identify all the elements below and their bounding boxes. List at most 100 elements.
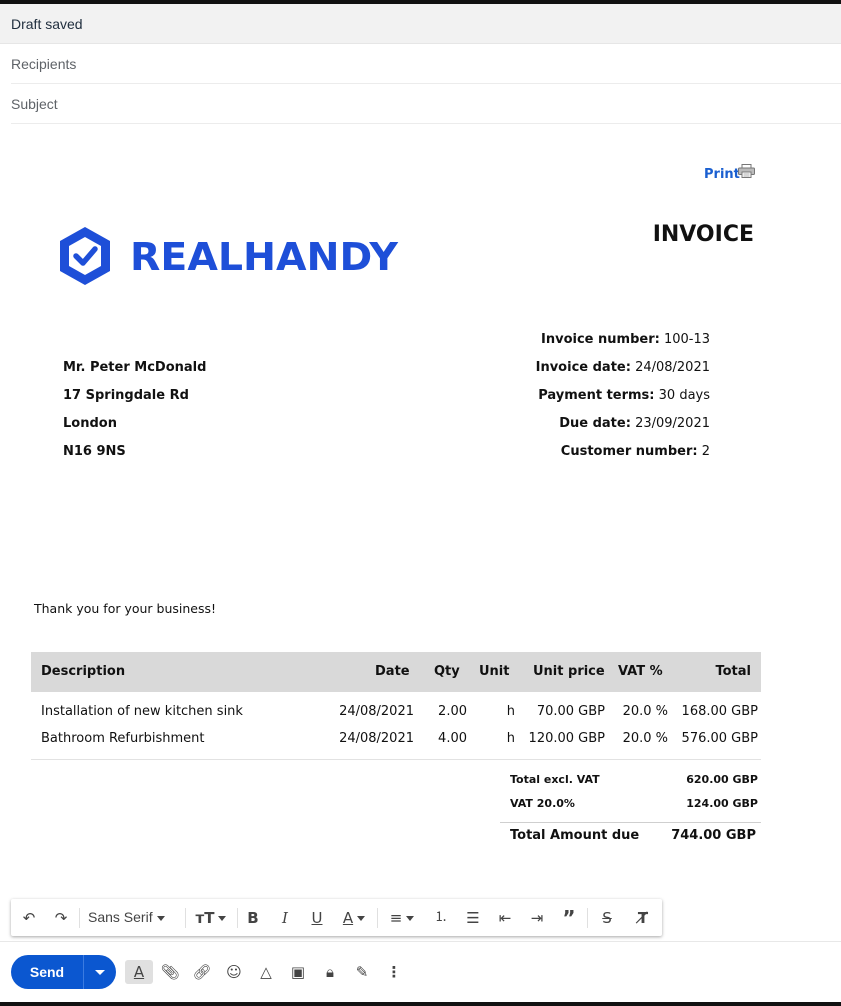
col-qty: Qty	[434, 664, 460, 679]
col-description: Description	[41, 664, 126, 679]
vat-label: VAT 20.0%	[510, 797, 575, 810]
indent-more-icon[interactable]: ⇥	[525, 906, 549, 930]
cell-description: Installation of new kitchen sink	[41, 704, 243, 719]
total-excl-vat-value: 620.00 GBP	[686, 773, 758, 786]
table-row: Installation of new kitchen sink 24/08/2…	[31, 704, 761, 726]
customer-city: London	[63, 416, 117, 431]
meta-value: 100-13	[663, 332, 710, 347]
photo-icon[interactable]: ▣	[285, 960, 311, 984]
numbered-list-icon[interactable]: ⒈	[429, 906, 453, 930]
text-color-icon[interactable]: A	[337, 906, 371, 930]
draft-status: Draft saved	[11, 16, 83, 32]
total-excl-vat-label: Total excl. VAT	[510, 773, 600, 786]
invoice-number-line: Invoice number: 100-13	[430, 332, 710, 347]
cell-date: 24/08/2021	[339, 704, 414, 719]
invoice-date-line: Invoice date: 24/08/2021	[430, 360, 710, 375]
recipients-placeholder: Recipients	[11, 56, 77, 72]
table-row: Bathroom Refurbishment 24/08/2021 4.00 h…	[31, 731, 761, 753]
schedule-send-dropdown[interactable]	[84, 955, 116, 989]
customer-street: 17 Springdale Rd	[63, 388, 189, 403]
toolbar-separator	[79, 908, 80, 928]
link-icon[interactable]: 🔗︎	[189, 960, 215, 984]
meta-label: Payment terms:	[538, 388, 655, 403]
toolbar-separator	[237, 908, 238, 928]
toolbar-separator	[587, 908, 588, 928]
toolbar-separator	[185, 908, 186, 928]
table-header: Description Date Qty Unit Unit price VAT…	[31, 652, 761, 692]
quote-icon[interactable]: ”	[557, 906, 581, 930]
col-unit-price: Unit price	[533, 664, 605, 679]
invoice-title: INVOICE	[652, 222, 754, 247]
bulleted-list-icon[interactable]: ☰	[461, 906, 485, 930]
cell-unit-price: 120.00 GBP	[528, 731, 605, 746]
chevron-down-icon	[95, 970, 105, 975]
indent-less-icon[interactable]: ⇤	[493, 906, 517, 930]
bottom-window-strip	[0, 1002, 841, 1006]
cell-unit: h	[506, 731, 515, 746]
printer-icon[interactable]	[738, 164, 755, 178]
due-date-line: Due date: 23/09/2021	[430, 416, 710, 431]
cell-vat: 20.0 %	[622, 704, 668, 719]
drive-icon[interactable]: △	[253, 960, 279, 984]
meta-label: Invoice number:	[541, 332, 660, 347]
confidential-icon[interactable]: 🔒︎	[317, 960, 343, 984]
meta-value: 30 days	[658, 388, 710, 403]
totals-divider	[500, 822, 761, 823]
cell-unit: h	[506, 704, 515, 719]
subject-field[interactable]: Subject	[11, 84, 841, 124]
thank-you-note: Thank you for your business!	[34, 601, 217, 616]
meta-value: 23/09/2021	[635, 416, 710, 431]
signature-icon[interactable]: ✎	[349, 960, 375, 984]
toolbar-separator	[377, 908, 378, 928]
logo-wordmark: REALHANDY	[130, 235, 398, 279]
compose-footer-divider	[0, 941, 841, 942]
customer-number-line: Customer number: 2	[430, 444, 710, 459]
redo-icon[interactable]: ↷	[49, 906, 73, 930]
underline-icon[interactable]: U	[305, 906, 329, 930]
col-vat: VAT %	[618, 664, 663, 679]
meta-value: 24/08/2021	[635, 360, 710, 375]
subject-placeholder: Subject	[11, 96, 58, 112]
compose-header[interactable]: Draft saved	[0, 4, 841, 44]
emoji-icon[interactable]: ☺	[221, 960, 247, 984]
customer-name: Mr. Peter McDonald	[63, 360, 207, 375]
meta-label: Invoice date:	[535, 360, 631, 375]
vat-value: 124.00 GBP	[686, 797, 758, 810]
payment-terms-line: Payment terms: 30 days	[430, 388, 710, 403]
meta-value: 2	[701, 444, 710, 459]
more-options-icon[interactable]: ⋮	[381, 960, 407, 984]
strikethrough-icon[interactable]: S	[595, 906, 619, 930]
font-family-value: Sans Serif	[88, 909, 153, 925]
cell-unit-price: 70.00 GBP	[536, 704, 605, 719]
cell-qty: 4.00	[438, 731, 467, 746]
company-logo: REALHANDY	[55, 224, 405, 290]
table-divider	[31, 759, 761, 760]
bold-icon[interactable]: B	[241, 906, 265, 930]
cell-vat: 20.0 %	[622, 731, 668, 746]
chevron-down-icon	[156, 915, 165, 921]
remove-formatting-icon[interactable]: T̸	[631, 906, 655, 930]
italic-icon[interactable]: I	[273, 906, 297, 930]
col-date: Date	[375, 664, 410, 679]
customer-postcode: N16 9NS	[63, 444, 126, 459]
undo-icon[interactable]: ↶	[17, 906, 41, 930]
font-family-select[interactable]: Sans Serif	[88, 909, 165, 925]
attach-icon[interactable]: 📎︎	[157, 960, 183, 984]
print-link[interactable]: Print	[704, 167, 740, 182]
total-due-label: Total Amount due	[510, 828, 640, 843]
cell-total: 576.00 GBP	[681, 731, 758, 746]
send-button-group: Send	[11, 955, 116, 989]
recipients-field[interactable]: Recipients	[11, 44, 841, 84]
cell-qty: 2.00	[438, 704, 467, 719]
formatting-toolbar: ↶ ↷ Sans Serif тT B I U A ≡ ⒈ ☰ ⇤ ⇥ ” S …	[11, 899, 662, 936]
align-icon[interactable]: ≡	[385, 906, 419, 930]
font-size-icon[interactable]: тT	[191, 906, 231, 930]
send-button[interactable]: Send	[11, 955, 83, 989]
cell-description: Bathroom Refurbishment	[41, 731, 205, 746]
col-total: Total	[715, 664, 751, 679]
meta-label: Due date:	[559, 416, 631, 431]
formatting-options-icon[interactable]: A	[125, 960, 153, 984]
total-due-value: 744.00 GBP	[671, 828, 756, 843]
cell-total: 168.00 GBP	[681, 704, 758, 719]
cell-date: 24/08/2021	[339, 731, 414, 746]
